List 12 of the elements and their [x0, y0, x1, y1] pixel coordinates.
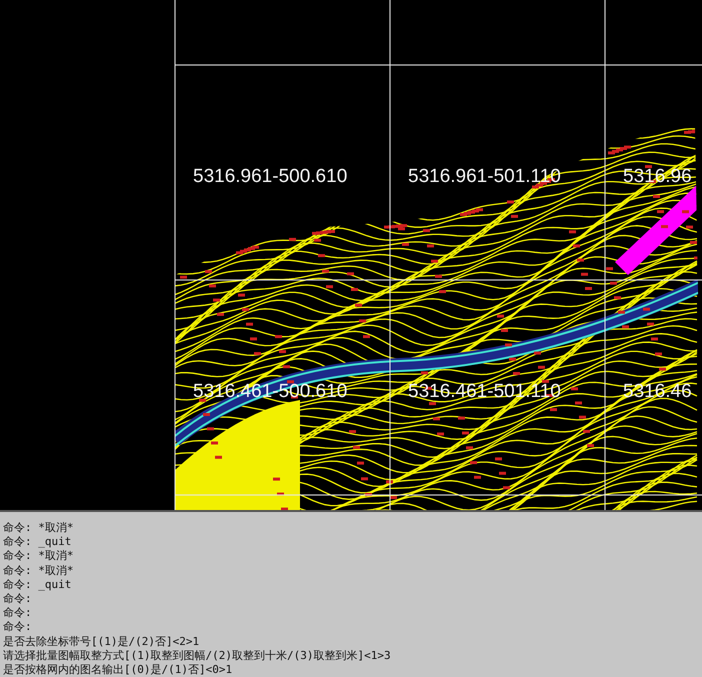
command-history-line: 命令: *取消*	[3, 564, 74, 578]
command-history-line: 命令: *取消*	[3, 549, 74, 564]
sheet-number-label: 5316.961-500.610	[193, 166, 348, 187]
command-history-line: 请选择批量图幅取整方式[(1)取整到图幅/(2)取整到十米/(3)取整到米]<1>3	[3, 648, 392, 664]
command-history-line: 命令:	[3, 606, 33, 620]
command-history-line: 是否按格网内的图名输出[(0)是/(1)否]<0>1	[3, 663, 234, 677]
command-history-line: 是否去除坐标带号[(1)是/(2)否]<2>1	[3, 634, 200, 649]
command-history-line: 命令: *取消*	[3, 521, 74, 536]
command-history-line: 命令: _quit	[3, 578, 72, 592]
command-history-line: 命令:	[3, 620, 33, 635]
command-history-line: 命令: _quit	[3, 535, 72, 550]
command-history-line: 命令:	[3, 592, 33, 606]
